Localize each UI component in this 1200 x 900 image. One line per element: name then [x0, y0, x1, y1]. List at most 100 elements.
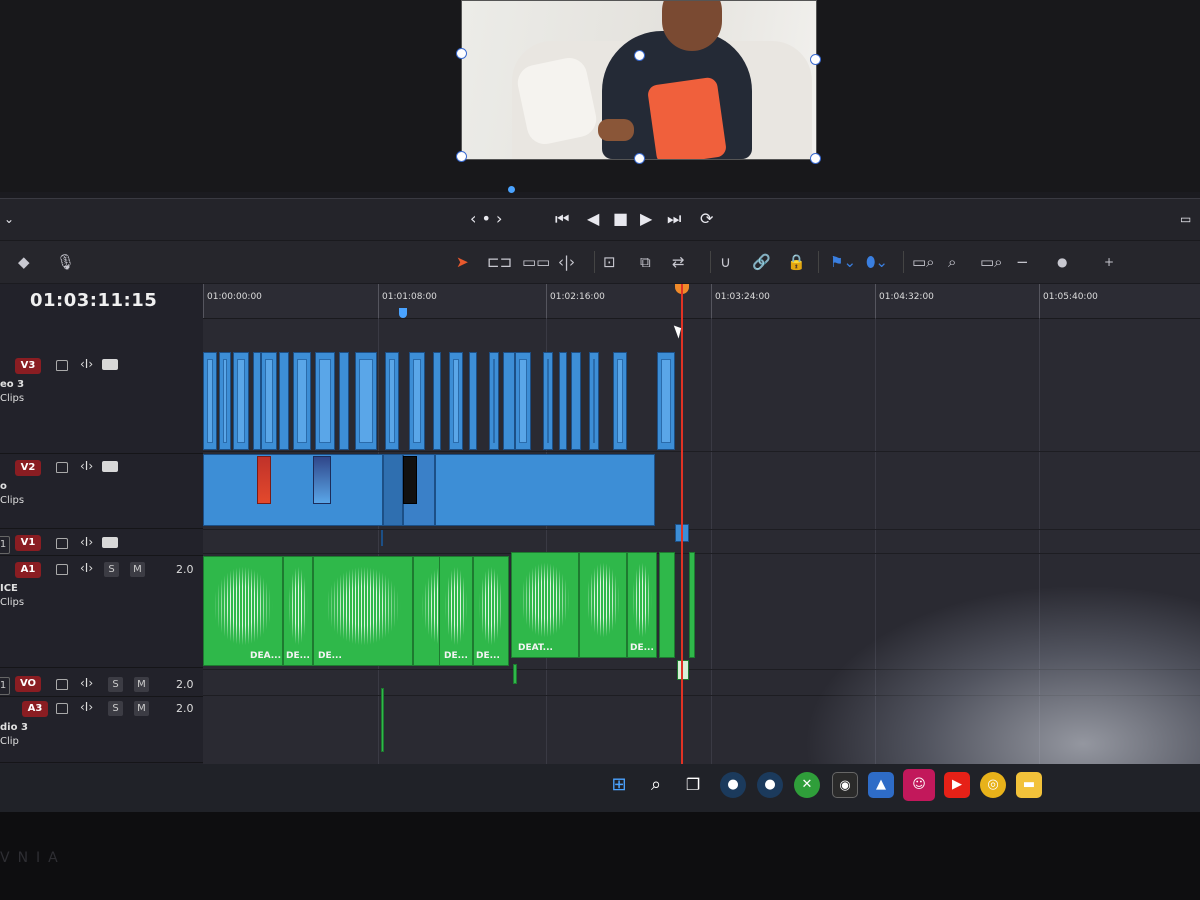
video-clip[interactable]	[449, 352, 463, 450]
video-clip[interactable]	[203, 352, 217, 450]
play-button[interactable]: ▶	[640, 209, 652, 229]
video-clip-thumbnail[interactable]	[257, 456, 271, 504]
zoom-custom-icon[interactable]: ▭⌕	[980, 251, 1003, 273]
auto-select-icon[interactable]: ‹I›	[80, 459, 93, 473]
track-name[interactable]: o	[0, 481, 7, 492]
track-badge[interactable]: V2	[15, 460, 41, 476]
video-clip[interactable]	[203, 454, 383, 526]
stop-button[interactable]: ■	[613, 209, 628, 229]
audio-clip[interactable]	[659, 552, 675, 658]
reverse-play-button[interactable]: ◀	[587, 209, 599, 229]
trim-edit-icon[interactable]: ⊏⊐	[487, 251, 512, 273]
video-clip[interactable]	[253, 352, 261, 450]
track-lane-v1[interactable]	[203, 531, 1200, 554]
xbox-icon[interactable]: ✕	[794, 772, 820, 798]
lock-icon[interactable]	[56, 564, 68, 575]
replace-clip-icon[interactable]: ⇄	[672, 251, 685, 273]
track-header-vo[interactable]: 1 VO ‹I› S M 2.0	[0, 672, 203, 697]
track-lane-vo[interactable]	[203, 671, 1200, 696]
chrome-icon[interactable]: ◎	[980, 772, 1006, 798]
video-clip[interactable]	[261, 352, 277, 450]
transform-handle[interactable]	[634, 50, 645, 61]
mute-button[interactable]: M	[134, 701, 149, 716]
position-lock-icon[interactable]: 🔒	[787, 251, 806, 273]
davinci-resolve-icon[interactable]: ◉	[832, 772, 858, 798]
zoom-detail-icon[interactable]: ⌕	[948, 251, 956, 273]
source-patch[interactable]: 1	[0, 536, 10, 554]
video-clip[interactable]	[657, 352, 675, 450]
track-lane-v3[interactable]	[203, 351, 1200, 452]
film-strip-icon[interactable]	[102, 359, 118, 370]
search-icon[interactable]: ⌕	[643, 772, 669, 798]
video-clip[interactable]	[355, 352, 377, 450]
auto-select-icon[interactable]: ‹I›	[80, 357, 93, 371]
viewer-scrub-dot[interactable]	[508, 186, 515, 193]
insert-clip-icon[interactable]: ⊡	[603, 251, 616, 273]
marker-icon[interactable]: ⬮⌄	[866, 251, 888, 273]
video-clip[interactable]	[409, 352, 425, 450]
track-name[interactable]: eo 3	[0, 379, 24, 390]
source-patch[interactable]: 1	[0, 677, 10, 695]
video-clip[interactable]	[381, 530, 383, 546]
photos-icon[interactable]: ▲	[868, 772, 894, 798]
zoom-full-icon[interactable]: ▭⌕	[912, 251, 935, 273]
solo-button[interactable]: S	[108, 677, 123, 692]
video-clip[interactable]	[385, 352, 399, 450]
track-name[interactable]: ICE	[0, 583, 18, 594]
fullscreen-icon[interactable]: ▭	[1180, 209, 1191, 229]
linked-selection-icon[interactable]: 🔗	[752, 251, 771, 273]
film-strip-icon[interactable]	[102, 537, 118, 548]
snapping-magnet-icon[interactable]: ∪	[720, 251, 731, 273]
transform-handle[interactable]	[810, 54, 821, 65]
audio-clip[interactable]: DE...	[473, 556, 509, 666]
video-clip[interactable]	[339, 352, 349, 450]
audio-clip[interactable]	[513, 664, 517, 684]
video-clip[interactable]	[543, 352, 553, 450]
video-clip[interactable]	[435, 454, 655, 526]
jog-control[interactable]: ‹ • ›	[470, 209, 502, 229]
track-badge[interactable]: V1	[15, 535, 41, 551]
windows-start-icon[interactable]: ⊞	[606, 772, 632, 798]
playhead[interactable]	[681, 284, 683, 764]
track-header-v1[interactable]: 1 V1 ‹I›	[0, 531, 203, 556]
timeline-ruler[interactable]: 01:00:00:00 01:01:08:00 01:02:16:00 01:0…	[203, 284, 1200, 319]
flag-icon[interactable]: ⚑⌄	[830, 251, 856, 273]
auto-select-icon[interactable]: ‹I›	[80, 676, 93, 690]
audio-clip[interactable]: DEA...	[203, 556, 283, 666]
video-clip-thumbnail[interactable]	[313, 456, 331, 504]
task-view-icon[interactable]: ❐	[680, 772, 706, 798]
audio-clip[interactable]	[579, 552, 627, 658]
video-clip[interactable]	[433, 352, 441, 450]
file-explorer-icon[interactable]: ▬	[1016, 772, 1042, 798]
video-clip[interactable]	[315, 352, 335, 450]
audio-clip[interactable]: DE...	[313, 556, 413, 666]
timeline-marker[interactable]	[399, 308, 407, 318]
track-name[interactable]: dio 3	[0, 722, 28, 733]
track-header-v2[interactable]: V2 ‹I› o Clips	[0, 455, 203, 529]
video-clip[interactable]	[559, 352, 567, 450]
video-clip[interactable]	[469, 352, 477, 450]
track-badge[interactable]: A3	[22, 701, 48, 717]
track-badge[interactable]: V3	[15, 358, 41, 374]
video-clip[interactable]	[503, 352, 515, 450]
auto-select-icon[interactable]: ‹I›	[80, 561, 93, 575]
youtube-icon[interactable]: ▶	[944, 772, 970, 798]
track-badge[interactable]: VO	[15, 676, 41, 692]
video-clip[interactable]	[219, 352, 231, 450]
blade-edit-icon[interactable]: ‹|›	[558, 251, 575, 273]
zoom-slider-knob[interactable]: ●	[1057, 251, 1067, 273]
video-clip[interactable]	[293, 352, 311, 450]
audio-clip[interactable]	[381, 688, 384, 752]
timeline-area[interactable]: 01:00:00:00 01:01:08:00 01:02:16:00 01:0…	[203, 284, 1200, 764]
transform-handle[interactable]	[456, 48, 467, 59]
zoom-out-icon[interactable]: −	[1016, 251, 1029, 273]
viewer-frame-image[interactable]	[461, 0, 817, 160]
video-clip[interactable]	[613, 352, 627, 450]
steam-alt-icon[interactable]: ●	[757, 772, 783, 798]
lock-icon[interactable]	[56, 703, 68, 714]
video-clip[interactable]	[571, 352, 581, 450]
overwrite-clip-icon[interactable]: ⧉	[640, 251, 651, 273]
chevron-down-icon[interactable]: ⌄	[4, 209, 14, 229]
video-clip[interactable]	[279, 352, 289, 450]
lock-icon[interactable]	[56, 538, 68, 549]
